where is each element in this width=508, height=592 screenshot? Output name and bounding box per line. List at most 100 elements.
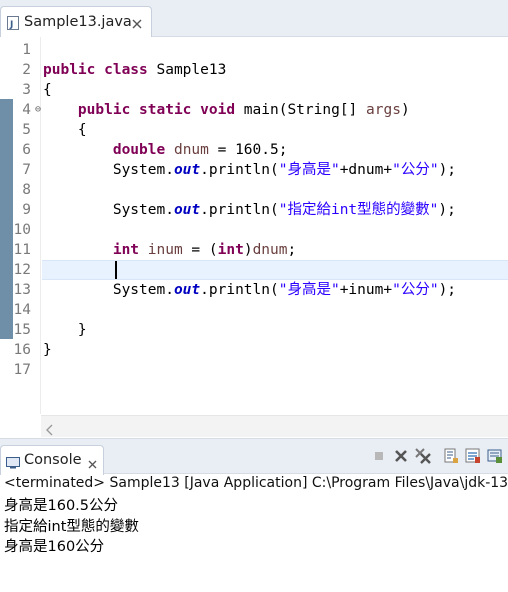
line-number: 14 <box>13 302 31 318</box>
line-number: 4 <box>22 102 31 118</box>
close-icon[interactable] <box>131 15 143 29</box>
static-field: out <box>173 202 201 218</box>
keyword: int <box>112 242 140 258</box>
code-fragment: +dnum+ <box>339 162 393 178</box>
editor-tab-sample13[interactable]: J Sample13.java <box>0 6 152 37</box>
code-fragment: +inum+ <box>339 282 393 298</box>
string-literal: "身高是" <box>278 162 340 178</box>
keyword: public class <box>43 62 148 78</box>
line-number: 5 <box>22 122 31 138</box>
line-number: 6 <box>22 142 31 158</box>
console-toolbar <box>368 447 508 467</box>
editor-tab-label: Sample13.java <box>24 14 132 30</box>
assignment: = 160.5; <box>208 142 288 158</box>
code-line-7: System.out.println("身高是"+dnum+"公分"); <box>43 160 456 180</box>
code-line-15: } <box>43 322 87 338</box>
parameter-name: args <box>366 102 401 118</box>
display-selected-console-icon[interactable] <box>486 447 504 465</box>
console-output-line: 身高是160公分 <box>4 539 105 555</box>
line-number: 12 <box>13 262 31 278</box>
pin-console-icon[interactable] <box>464 447 482 465</box>
static-field: out <box>173 282 201 298</box>
terminate-icon[interactable] <box>370 447 388 465</box>
line-number-ruler: 1 2 3 4 ⊖ 5 6 7 8 9 10 11 12 13 14 15 16… <box>0 37 41 414</box>
class-name: Sample13 <box>147 62 227 78</box>
svg-text:J: J <box>9 20 13 30</box>
console-tab-label: Console <box>24 452 82 468</box>
console-icon <box>6 454 20 469</box>
remove-launch-icon[interactable] <box>392 447 410 465</box>
code-fragment: ) <box>243 242 253 258</box>
line-number: 16 <box>13 342 31 358</box>
code-fragment: System. <box>43 282 174 298</box>
console-output[interactable]: 身高是160.5公分 指定給int型態的變數 身高是160公分 <box>4 496 139 558</box>
line-number: 9 <box>22 202 31 218</box>
string-literal: "身高是" <box>278 282 340 298</box>
line-number: 1 <box>22 42 31 58</box>
keyword: int <box>217 242 244 258</box>
local-variable: inum <box>139 242 183 258</box>
close-icon[interactable] <box>87 455 98 469</box>
keyword: public static void <box>77 102 236 118</box>
code-fragment: ); <box>438 202 456 218</box>
code-fragment: System. <box>43 162 174 178</box>
code-fragment: = ( <box>182 242 218 258</box>
code-fragment: ; <box>287 242 297 258</box>
tab-console[interactable]: Console <box>0 445 104 475</box>
code-line-6: double dnum = 160.5; <box>43 140 456 160</box>
code-text[interactable]: public class Sample13 { public static vo… <box>43 40 456 380</box>
code-fragment: .println( <box>200 282 279 298</box>
line-number: 2 <box>22 62 31 78</box>
remove-all-terminated-icon[interactable] <box>414 447 432 465</box>
console-output-line: 身高是160.5公分 <box>4 498 119 514</box>
code-line-9: System.out.println("指定給int型態的變數"); <box>43 200 456 220</box>
scroll-left-arrow-icon[interactable] <box>45 421 55 436</box>
static-field: out <box>173 162 201 178</box>
code-fragment: ); <box>438 282 457 298</box>
java-file-icon: J <box>7 15 19 30</box>
text-caret <box>115 261 117 279</box>
console-output-line: 指定給int型態的變數 <box>4 518 139 535</box>
local-variable: dnum <box>165 142 209 158</box>
local-variable: dnum <box>252 242 288 258</box>
code-fragment: .println( <box>200 202 279 218</box>
console-status-header: <terminated> Sample13 [Java Application]… <box>4 475 508 491</box>
editor-tab-bar: J Sample13.java <box>0 0 508 37</box>
paren: ) <box>400 102 410 118</box>
code-editor[interactable]: 1 2 3 4 ⊖ 5 6 7 8 9 10 11 12 13 14 15 16… <box>0 37 508 437</box>
string-literal: "公分" <box>392 162 439 178</box>
code-fragment: System. <box>43 202 174 218</box>
fold-collapse-icon[interactable]: ⊖ <box>35 100 41 120</box>
code-line-2: public class Sample13 <box>43 60 456 80</box>
line-number-4: 4 ⊖ <box>0 100 41 120</box>
line-numbers: 1 2 3 4 ⊖ 5 6 7 8 9 10 11 12 13 14 15 16… <box>0 40 41 380</box>
string-literal: "公分" <box>392 282 439 298</box>
code-line-13: System.out.println("身高是"+inum+"公分"); <box>43 280 456 300</box>
code-fragment: ); <box>438 162 457 178</box>
code-line-5: { <box>43 122 87 138</box>
line-number: 3 <box>22 82 31 98</box>
keyword: double <box>112 142 166 158</box>
scroll-lock-icon[interactable] <box>442 447 460 465</box>
horizontal-scrollbar[interactable] <box>41 415 508 437</box>
code-line-11: int inum = (int)dnum; <box>43 240 456 260</box>
line-number: 10 <box>13 222 31 238</box>
code-fragment: .println( <box>200 162 279 178</box>
code-line-4: public static void main(String[] args) <box>43 100 456 120</box>
line-number: 8 <box>22 182 31 198</box>
line-number: 17 <box>13 362 31 378</box>
line-number: 11 <box>13 242 31 258</box>
line-number: 15 <box>13 322 31 338</box>
code-line-3: { <box>43 82 52 98</box>
line-number: 13 <box>13 282 31 298</box>
string-literal: "指定給int型態的變數" <box>278 202 439 218</box>
code-line-16: } <box>43 342 52 358</box>
method-signature: main(String[] <box>235 102 367 118</box>
